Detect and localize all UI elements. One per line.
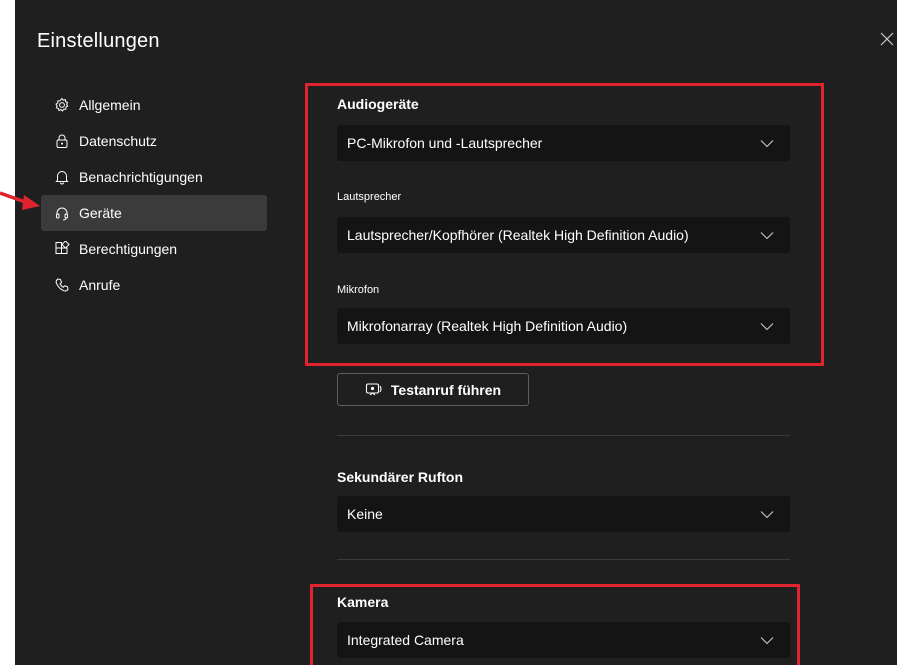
nav-item-label: Allgemein [79, 97, 141, 113]
nav-item-label: Berechtigungen [79, 241, 178, 257]
speaker-label: Lautsprecher [337, 191, 402, 203]
secondary-ring-select[interactable]: Keine [337, 496, 790, 532]
divider [337, 559, 790, 560]
test-call-icon [365, 382, 382, 395]
settings-nav: Allgemein Datenschutz Benachrichtigungen [41, 87, 267, 303]
nav-item-geraete[interactable]: Geräte [41, 195, 267, 231]
chevron-down-icon [760, 636, 774, 644]
gear-icon [55, 97, 69, 112]
phone-icon [55, 278, 69, 292]
nav-item-benachrichtigungen[interactable]: Benachrichtigungen [41, 159, 267, 195]
dialog-title: Einstellungen [37, 30, 160, 52]
speaker-select[interactable]: Lautsprecher/Kopfhörer (Realtek High Def… [337, 217, 790, 253]
settings-dialog: Einstellungen Allgemein Datenschutz Bena… [15, 0, 897, 665]
divider [337, 435, 790, 436]
apps-icon [55, 241, 70, 254]
chevron-down-icon [760, 231, 774, 239]
speaker-value: Lautsprecher/Kopfhörer (Realtek High Def… [347, 227, 689, 243]
chevron-down-icon [760, 322, 774, 330]
nav-item-label: Datenschutz [79, 133, 157, 149]
mic-value: Mikrofonarray (Realtek High Definition A… [347, 318, 628, 334]
test-call-button[interactable]: Testanruf führen [337, 373, 529, 406]
nav-item-label: Geräte [79, 205, 122, 221]
nav-item-label: Benachrichtigungen [79, 169, 203, 185]
chevron-down-icon [760, 510, 774, 518]
nav-item-allgemein[interactable]: Allgemein [41, 87, 267, 123]
headset-icon [56, 207, 68, 221]
nav-item-label: Anrufe [79, 277, 121, 293]
camera-heading: Kamera [337, 594, 389, 610]
nav-item-datenschutz[interactable]: Datenschutz [41, 123, 267, 159]
camera-value: Integrated Camera [347, 632, 464, 648]
chevron-down-icon [760, 139, 774, 147]
audio-devices-heading: Audiogeräte [337, 96, 419, 112]
mic-select[interactable]: Mikrofonarray (Realtek High Definition A… [337, 308, 790, 344]
secondary-ring-heading: Sekundärer Rufton [337, 469, 464, 485]
bell-icon [55, 171, 69, 185]
close-icon[interactable] [879, 31, 895, 47]
lock-icon [56, 134, 68, 148]
test-call-label: Testanruf führen [390, 381, 502, 398]
mic-label: Mikrofon [337, 284, 380, 296]
nav-item-anrufe[interactable]: Anrufe [41, 267, 267, 303]
nav-item-berechtigungen[interactable]: Berechtigungen [41, 231, 267, 267]
camera-select[interactable]: Integrated Camera [337, 622, 790, 658]
audio-device-select[interactable]: PC-Mikrofon und -Lautsprecher [337, 125, 790, 161]
audio-device-value: PC-Mikrofon und -Lautsprecher [347, 135, 543, 151]
annotation-arrow-icon [0, 191, 40, 210]
secondary-ring-value: Keine [347, 506, 383, 522]
